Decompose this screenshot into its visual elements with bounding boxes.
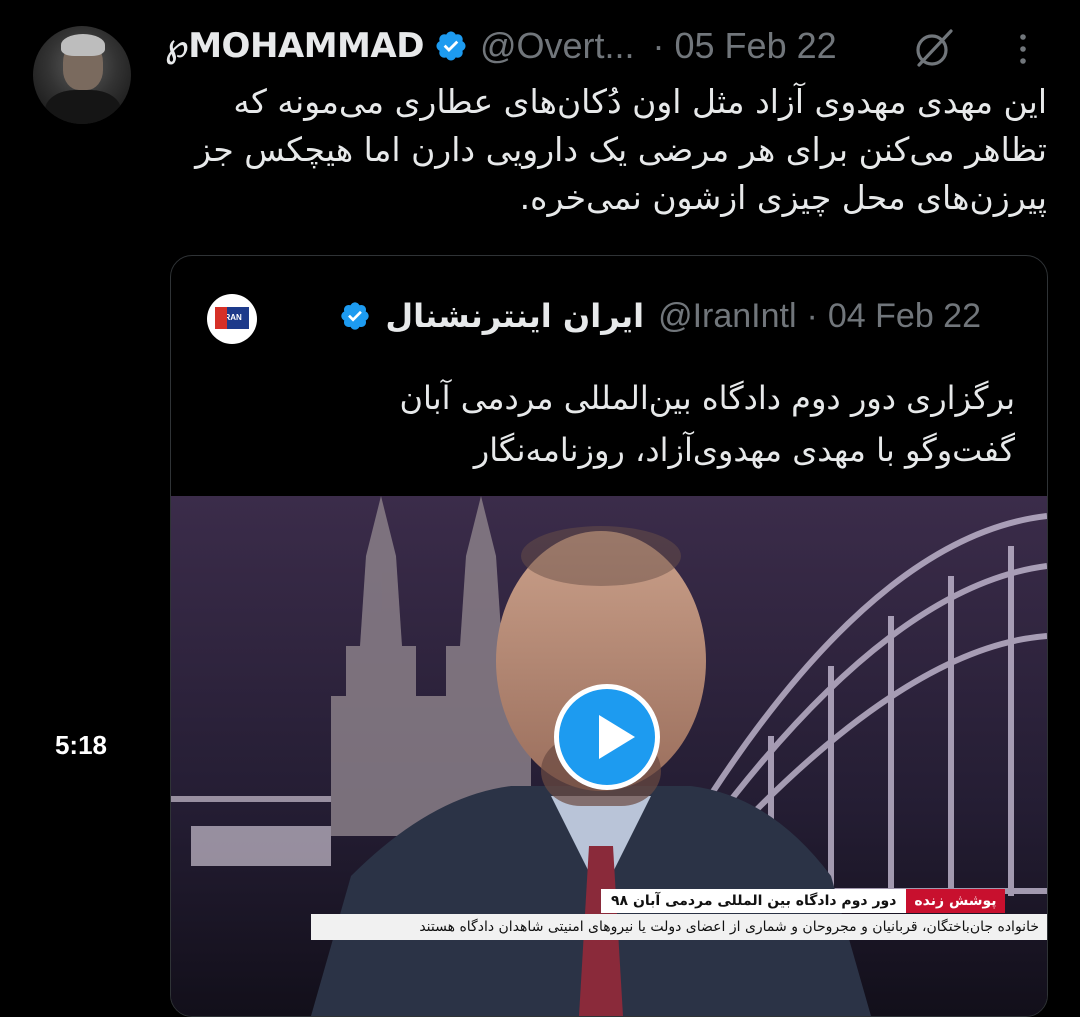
header-separator: ·: [652, 25, 665, 66]
quoted-separator: ·: [806, 296, 818, 335]
quoted-handle[interactable]: @IranIntl: [658, 297, 796, 336]
ticker-title: دور دوم دادگاه بین المللی مردمی آبان ۹۸: [601, 889, 907, 913]
quoted-date[interactable]: 04 Feb 22: [828, 297, 981, 336]
quoted-header: ایران اینترنشنال @IranIntl · 04 Feb 22: [339, 294, 981, 338]
author-name-prefix[interactable]: ℘: [165, 26, 189, 66]
more-icon[interactable]: [1015, 32, 1031, 66]
quoted-logo-red: [215, 307, 227, 329]
quoted-verified-badge-icon: [341, 302, 369, 330]
avatar-body: [45, 90, 121, 124]
ticker-live-label: پوشش زنده: [906, 889, 1005, 913]
play-icon: [599, 715, 635, 759]
avatar-hair: [61, 34, 105, 56]
quoted-avatar[interactable]: IRAN: [207, 294, 257, 344]
video-duration: 5:18: [28, 722, 134, 768]
news-ticker-top: پوشش زنده دور دوم دادگاه بین المللی مردم…: [601, 889, 1005, 913]
play-button[interactable]: [554, 684, 660, 790]
quoted-text-line2: گفت‌وگو با مهدی مهدوی‌آزاد، روزنامه‌نگار: [473, 431, 1015, 469]
author-name[interactable]: MOHAMMAD: [188, 26, 424, 66]
quoted-text-line1: برگزاری دور دوم دادگاه بین‌المللی مردمی …: [399, 379, 1015, 417]
tweet-header: ℘ MOHAMMAD @Overt... · 05 Feb 22: [165, 24, 837, 68]
tweet-text: این مهدی مهدوی آزاد مثل اون دُکان‌های عط…: [195, 82, 1047, 217]
tweet-date[interactable]: 05 Feb 22: [675, 25, 837, 67]
author-avatar[interactable]: [33, 26, 131, 124]
video-player[interactable]: پوشش زنده دور دوم دادگاه بین المللی مردم…: [171, 496, 1047, 1016]
quoted-text: برگزاری دور دوم دادگاه بین‌المللی مردمی …: [215, 372, 1015, 476]
news-ticker-bottom: خانواده جان‌باختگان، قربانیان و مجروحان …: [311, 914, 1047, 940]
quoted-author-name[interactable]: ایران اینترنشنال: [385, 297, 644, 335]
quoted-tweet[interactable]: IRAN ایران اینترنشنال @IranIntl · 04 Feb…: [170, 255, 1048, 1017]
verified-badge-icon: [436, 31, 466, 61]
grok-icon[interactable]: [913, 27, 955, 69]
author-handle[interactable]: @Overt...: [480, 25, 635, 67]
